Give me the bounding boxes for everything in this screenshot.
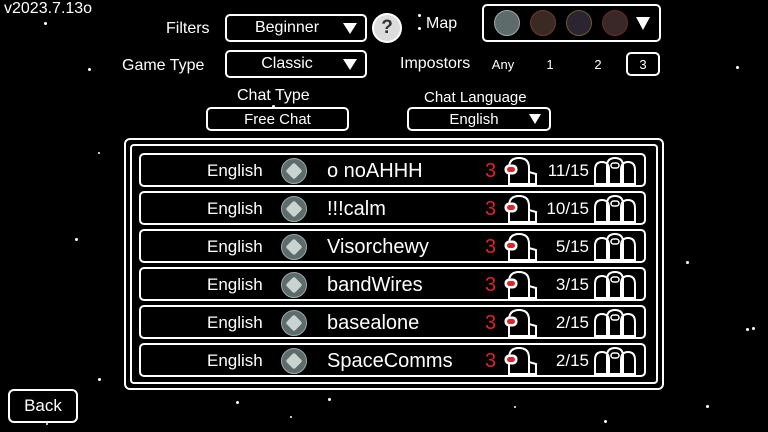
impostor-icon xyxy=(504,270,537,299)
chat-type-value: Free Chat xyxy=(244,110,311,128)
impostors-option-any[interactable]: Any xyxy=(486,57,520,72)
game-player-count: 11/15 xyxy=(547,161,589,180)
game-impostor-count: 3 xyxy=(485,274,497,296)
game-player-count: 2/15 xyxy=(555,313,589,332)
players-icon xyxy=(594,232,636,261)
chat-type-dropdown[interactable]: Free Chat xyxy=(206,107,349,131)
impostor-icon xyxy=(504,232,537,261)
impostor-icon xyxy=(504,156,537,185)
game-row[interactable]: English bandWires 3 3/15 xyxy=(139,267,646,301)
skeld-map-icon xyxy=(281,310,307,336)
game-row[interactable]: English o noAHHH 3 11/15 xyxy=(139,153,646,187)
map-selector[interactable] xyxy=(482,4,661,42)
game-language: English xyxy=(207,237,263,256)
game-player-count: 2/15 xyxy=(555,351,589,370)
chat-language-dropdown[interactable]: English xyxy=(407,107,551,131)
chat-type-label: Chat Type xyxy=(237,87,310,104)
game-language: English xyxy=(207,161,263,180)
impostors-label: Impostors xyxy=(400,55,471,72)
skeld-map-icon xyxy=(281,196,307,222)
players-icon xyxy=(594,308,636,337)
game-language: English xyxy=(207,199,263,218)
impostors-option-2[interactable]: 2 xyxy=(588,57,608,72)
impostor-icon xyxy=(504,346,537,375)
chevron-down-icon xyxy=(529,114,541,124)
chat-language-label: Chat Language xyxy=(424,89,527,106)
game-impostor-count: 3 xyxy=(485,198,497,220)
impostor-icon xyxy=(504,308,537,337)
game-language: English xyxy=(207,275,263,294)
chevron-down-icon xyxy=(636,17,650,30)
game-row[interactable]: English Visorchewy 3 5/15 xyxy=(139,229,646,263)
airship-map-icon[interactable] xyxy=(602,10,628,36)
game-type-value: Classic xyxy=(261,55,313,72)
back-button[interactable]: Back xyxy=(8,389,78,423)
help-button[interactable]: ? xyxy=(372,13,402,43)
game-language: English xyxy=(207,351,263,370)
players-icon xyxy=(594,346,636,375)
mira-map-icon[interactable] xyxy=(530,10,556,36)
chevron-down-icon xyxy=(343,23,357,34)
skeld-map-icon xyxy=(281,272,307,298)
game-player-count: 3/15 xyxy=(555,275,589,294)
game-name: !!!calm xyxy=(327,198,386,220)
skeld-map-icon xyxy=(281,158,307,184)
game-language: English xyxy=(207,313,263,332)
polus-map-icon[interactable] xyxy=(566,10,592,36)
question-icon: ? xyxy=(381,17,393,38)
game-impostor-count: 3 xyxy=(485,350,497,372)
version-label: v2023.7.13o xyxy=(4,0,93,17)
game-name: o noAHHH xyxy=(327,160,423,182)
map-label: Map xyxy=(426,15,458,32)
game-name: bandWires xyxy=(327,274,423,296)
skeld-map-icon xyxy=(281,234,307,260)
game-type-dropdown[interactable]: Classic xyxy=(225,50,367,78)
filters-dropdown[interactable]: Beginner xyxy=(225,14,367,42)
game-row[interactable]: English SpaceComms 3 2/15 xyxy=(139,343,646,377)
chevron-down-icon xyxy=(343,59,357,70)
game-player-count: 5/15 xyxy=(555,237,589,256)
chat-language-value: English xyxy=(449,110,499,128)
game-name: SpaceComms xyxy=(327,350,453,372)
game-row[interactable]: English !!!calm 3 10/15 xyxy=(139,191,646,225)
players-icon xyxy=(594,156,636,185)
filters-label: Filters xyxy=(166,20,210,37)
game-row[interactable]: English basealone 3 2/15 xyxy=(139,305,646,339)
game-impostor-count: 3 xyxy=(485,236,497,258)
game-impostor-count: 3 xyxy=(485,160,497,182)
game-name: basealone xyxy=(327,312,420,334)
filters-value: Beginner xyxy=(254,19,320,36)
players-icon xyxy=(594,270,636,299)
game-name: Visorchewy xyxy=(327,236,429,258)
game-type-label: Game Type xyxy=(122,57,205,74)
impostor-icon xyxy=(504,194,537,223)
skeld-map-icon xyxy=(281,348,307,374)
impostors-option-1[interactable]: 1 xyxy=(540,57,560,72)
impostors-option-3-selected[interactable]: 3 xyxy=(626,52,660,76)
game-impostor-count: 3 xyxy=(485,312,497,334)
players-icon xyxy=(594,194,636,223)
game-player-count: 10/15 xyxy=(546,199,589,218)
skeld-map-icon[interactable] xyxy=(494,10,520,36)
